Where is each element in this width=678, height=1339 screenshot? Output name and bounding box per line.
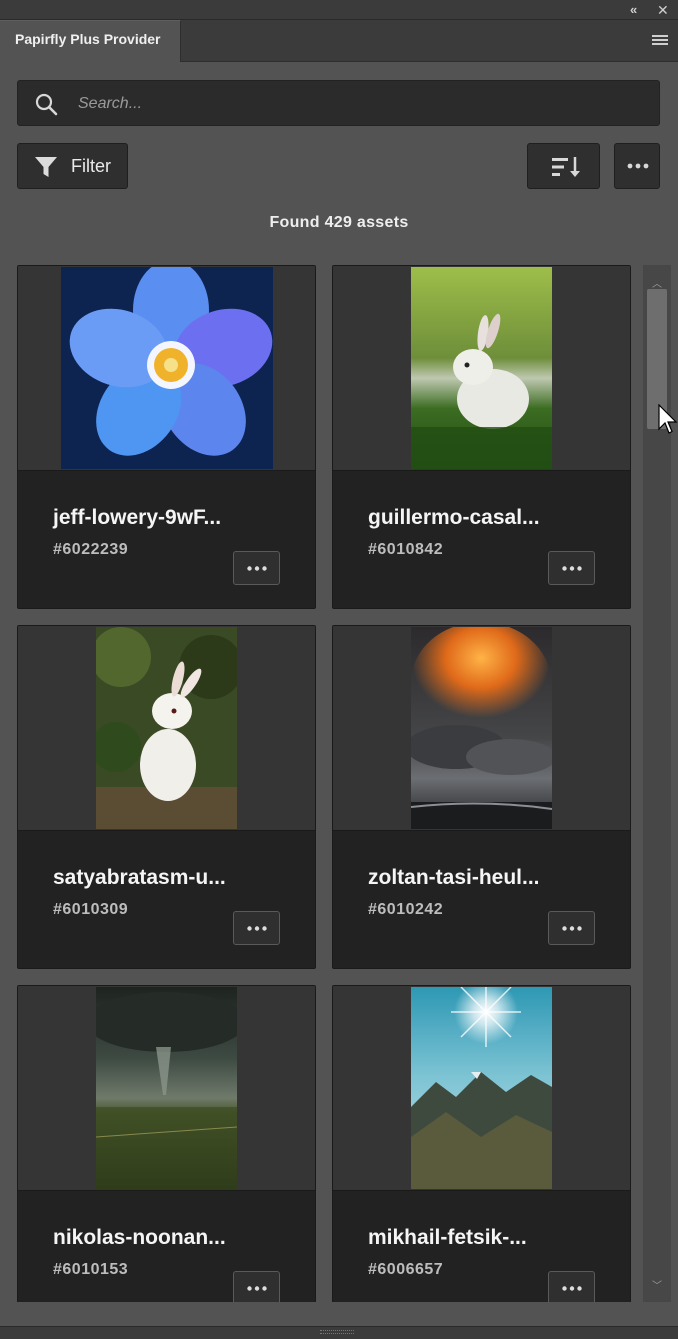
asset-thumbnail bbox=[333, 266, 630, 471]
asset-more-button[interactable] bbox=[548, 911, 595, 945]
window-title-strip: « ✕ bbox=[0, 0, 678, 20]
more-options-button[interactable] bbox=[614, 143, 660, 189]
search-input[interactable] bbox=[78, 89, 638, 119]
asset-card[interactable]: zoltan-tasi-heul... #6010242 bbox=[332, 625, 631, 969]
panel-menu-icon[interactable] bbox=[652, 35, 668, 47]
tab-papirfly-plus-provider[interactable]: Papirfly Plus Provider bbox=[0, 20, 181, 62]
panel-tab-bar: Papirfly Plus Provider bbox=[0, 20, 678, 62]
asset-id: #6006657 bbox=[368, 1261, 444, 1278]
asset-name: zoltan-tasi-heul... bbox=[368, 866, 540, 889]
sun-over-mountains-image bbox=[411, 987, 552, 1189]
filter-funnel-icon bbox=[35, 157, 57, 177]
scroll-down-icon[interactable]: ﹀ bbox=[652, 1277, 662, 1292]
filter-button[interactable]: Filter bbox=[17, 143, 128, 189]
asset-more-button[interactable] bbox=[233, 551, 280, 585]
filter-button-label: Filter bbox=[71, 156, 111, 176]
sort-descending-icon bbox=[552, 157, 580, 177]
asset-name: satyabratasm-u... bbox=[53, 866, 226, 889]
more-horizontal-icon bbox=[247, 926, 267, 931]
asset-id: #6010842 bbox=[368, 541, 444, 558]
asset-name: nikolas-noonan... bbox=[53, 1226, 226, 1249]
asset-name: guillermo-casal... bbox=[368, 506, 540, 529]
asset-thumbnail bbox=[18, 266, 315, 471]
more-horizontal-icon bbox=[562, 566, 582, 571]
fiery-clouds-sea-image bbox=[411, 627, 552, 829]
asset-more-button[interactable] bbox=[233, 1271, 280, 1302]
asset-name: jeff-lowery-9wF... bbox=[53, 506, 222, 529]
asset-id: #6010309 bbox=[53, 901, 129, 918]
asset-thumbnail bbox=[333, 986, 630, 1191]
asset-card[interactable]: satyabratasm-u... #6010309 bbox=[17, 625, 316, 969]
asset-thumbnail bbox=[18, 986, 315, 1191]
asset-card[interactable]: guillermo-casal... #6010842 bbox=[332, 265, 631, 609]
asset-thumbnail bbox=[333, 626, 630, 831]
white-rabbit-on-grass-image bbox=[411, 267, 552, 469]
asset-card[interactable]: jeff-lowery-9wF... #6022239 bbox=[17, 265, 316, 609]
mouse-cursor-icon bbox=[658, 404, 678, 434]
blue-flower-image bbox=[61, 267, 273, 469]
asset-card[interactable]: mikhail-fetsik-... #6006657 bbox=[332, 985, 631, 1302]
sort-button[interactable] bbox=[527, 143, 600, 189]
panel-bottom-bar bbox=[0, 1326, 678, 1339]
close-panel-icon[interactable]: ✕ bbox=[657, 2, 669, 18]
search-box bbox=[17, 80, 660, 126]
asset-name: mikhail-fetsik-... bbox=[368, 1226, 527, 1249]
asset-id: #6010242 bbox=[368, 901, 444, 918]
more-horizontal-icon bbox=[562, 1286, 582, 1291]
asset-grid: jeff-lowery-9wF... #6022239 guillermo-ca… bbox=[0, 265, 640, 1302]
asset-id: #6022239 bbox=[53, 541, 129, 558]
asset-card[interactable]: nikolas-noonan... #6010153 bbox=[17, 985, 316, 1302]
more-horizontal-icon bbox=[247, 1286, 267, 1291]
asset-more-button[interactable] bbox=[548, 551, 595, 585]
asset-thumbnail bbox=[18, 626, 315, 831]
collapse-panel-icon[interactable]: « bbox=[630, 2, 637, 18]
more-horizontal-icon bbox=[247, 566, 267, 571]
results-count: Found 429 assets bbox=[269, 214, 409, 231]
tornado-field-image bbox=[96, 987, 237, 1189]
resize-grip-icon[interactable] bbox=[320, 1330, 354, 1334]
scroll-up-icon[interactable]: ︿ bbox=[652, 275, 662, 290]
tab-label: Papirfly Plus Provider bbox=[15, 31, 161, 47]
search-icon bbox=[35, 93, 58, 116]
more-horizontal-icon bbox=[562, 926, 582, 931]
asset-id: #6010153 bbox=[53, 1261, 129, 1278]
asset-more-button[interactable] bbox=[548, 1271, 595, 1302]
more-horizontal-icon bbox=[627, 163, 649, 169]
white-rabbit-forest-image bbox=[96, 627, 237, 829]
asset-more-button[interactable] bbox=[233, 911, 280, 945]
